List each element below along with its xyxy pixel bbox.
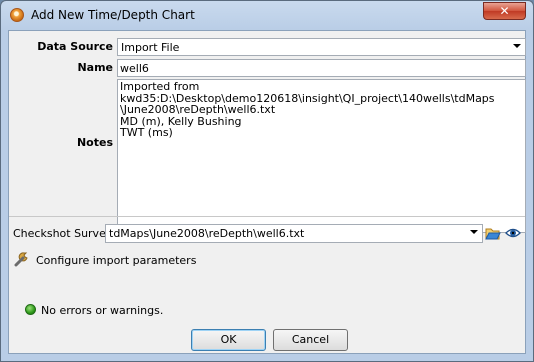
name-value: well6	[120, 62, 149, 75]
cancel-button[interactable]: Cancel	[273, 329, 348, 351]
checkshot-value: tdMaps\June2008\reDepth\well6.txt	[109, 227, 305, 240]
window-title: Add New Time/Depth Chart	[31, 8, 195, 22]
status-text: No errors or warnings.	[41, 304, 164, 317]
dialog-window: Add New Time/Depth Chart ✕ Data Source I…	[0, 0, 534, 362]
status-ok-icon	[25, 304, 36, 315]
view-eye-icon[interactable]	[505, 226, 521, 240]
app-icon	[10, 8, 24, 22]
ok-button[interactable]: OK	[191, 329, 266, 351]
close-icon: ✕	[499, 4, 510, 18]
checkshot-label: Checkshot Survey	[13, 227, 113, 240]
chevron-down-icon	[513, 44, 521, 48]
wrench-icon	[14, 252, 28, 267]
name-field[interactable]: well6	[117, 59, 526, 77]
notes-label: Notes	[76, 136, 113, 149]
separator	[9, 216, 525, 217]
notes-textarea[interactable]: Imported from kwd35:D:\Desktop\demo12061…	[117, 79, 526, 233]
dialog-content: Data Source Import File Name well6 Notes…	[8, 30, 526, 354]
chevron-down-icon	[470, 230, 478, 234]
data-source-value: Import File	[121, 41, 180, 54]
data-source-label: Data Source	[37, 40, 113, 53]
close-button[interactable]: ✕	[483, 2, 526, 20]
checkshot-dropdown[interactable]: tdMaps\June2008\reDepth\well6.txt	[105, 224, 483, 243]
data-source-dropdown[interactable]: Import File	[117, 38, 526, 56]
configure-import-link[interactable]: Configure import parameters	[36, 254, 196, 267]
name-label: Name	[77, 61, 113, 74]
title-bar[interactable]: Add New Time/Depth Chart ✕	[1, 1, 533, 30]
open-folder-icon[interactable]	[485, 225, 501, 241]
